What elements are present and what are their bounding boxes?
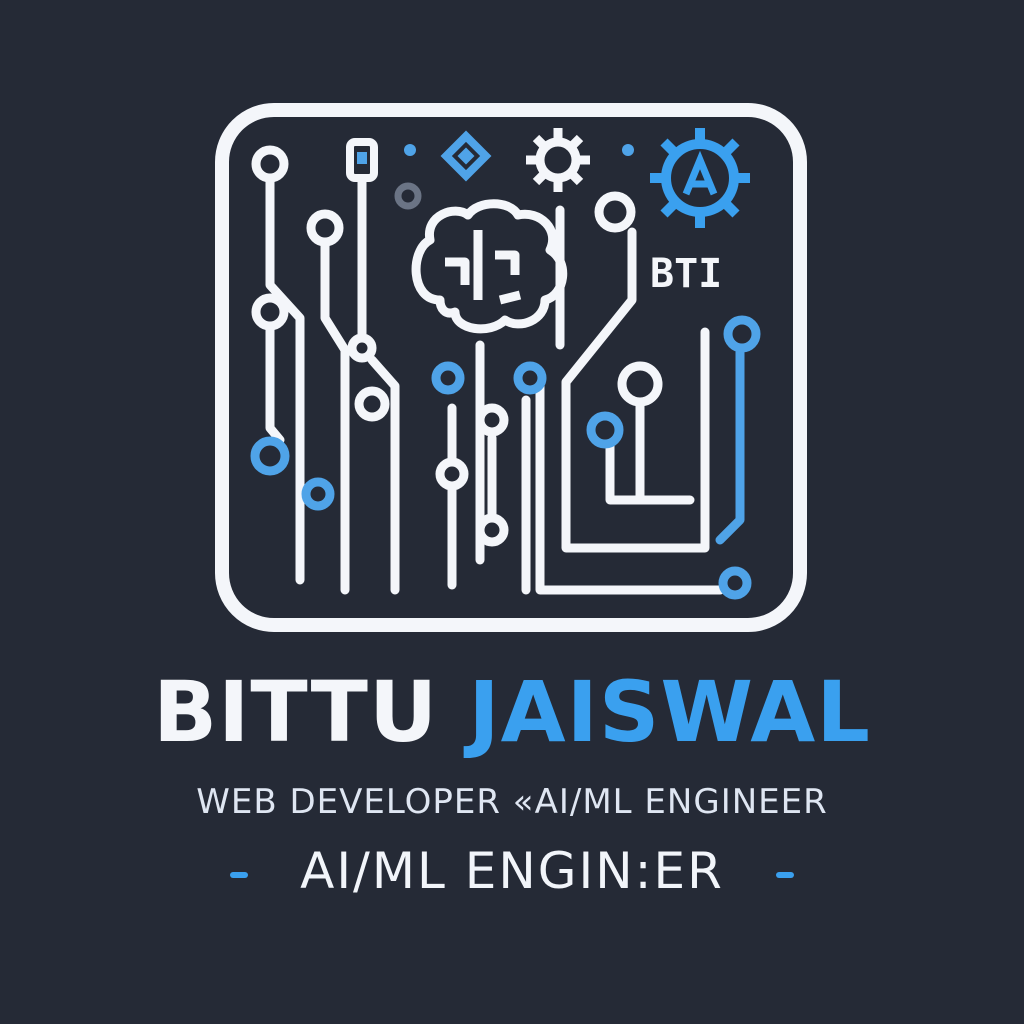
brand-name: BITTU JAISWAL: [0, 662, 1024, 762]
right-dash-icon: [775, 871, 794, 878]
circuit-node: [594, 191, 636, 233]
brand-tagline: WEB DEVELOPER «AI/ML ENGINEER: [196, 782, 828, 822]
circuit-node: [723, 315, 761, 353]
decor-dot: [394, 182, 422, 210]
circuit-node: [347, 333, 377, 363]
brand-first-name: BITTU: [153, 663, 439, 761]
circuit-node: [617, 361, 663, 407]
circuit-node: [251, 145, 289, 183]
circuit-node: [354, 386, 390, 422]
brand-last-name: JAISWAL: [468, 663, 871, 761]
decor-dot: [622, 144, 634, 156]
circuit-node: [475, 513, 509, 547]
circuit-node: [301, 477, 335, 511]
circuit-nodes-blue: [250, 315, 761, 600]
circuit-node: [475, 403, 509, 437]
circuit-node: [513, 361, 547, 395]
brain-icon: [411, 199, 568, 334]
circuit-traces-blue: [715, 347, 745, 545]
decor-dot: [404, 144, 416, 156]
brand-sub-tagline-row: AI/ML ENGIN:ER: [0, 836, 1024, 906]
circuit-node: [251, 293, 289, 331]
brand-sub-tagline: AI/ML ENGIN:ER: [300, 842, 724, 900]
gear-icon: [526, 128, 590, 192]
circuit-node: [306, 209, 344, 247]
circuit-node: [435, 457, 469, 491]
circuit-node: [250, 436, 290, 476]
left-dash-icon: [230, 871, 249, 878]
diamond-icon: [440, 130, 492, 182]
circuit-node: [586, 411, 624, 449]
circuit-node: [431, 361, 465, 395]
gear-a-icon: [650, 128, 750, 228]
badge-text: BTI: [650, 251, 722, 297]
chip-icon: [346, 138, 378, 182]
circuit-node: [718, 566, 752, 600]
